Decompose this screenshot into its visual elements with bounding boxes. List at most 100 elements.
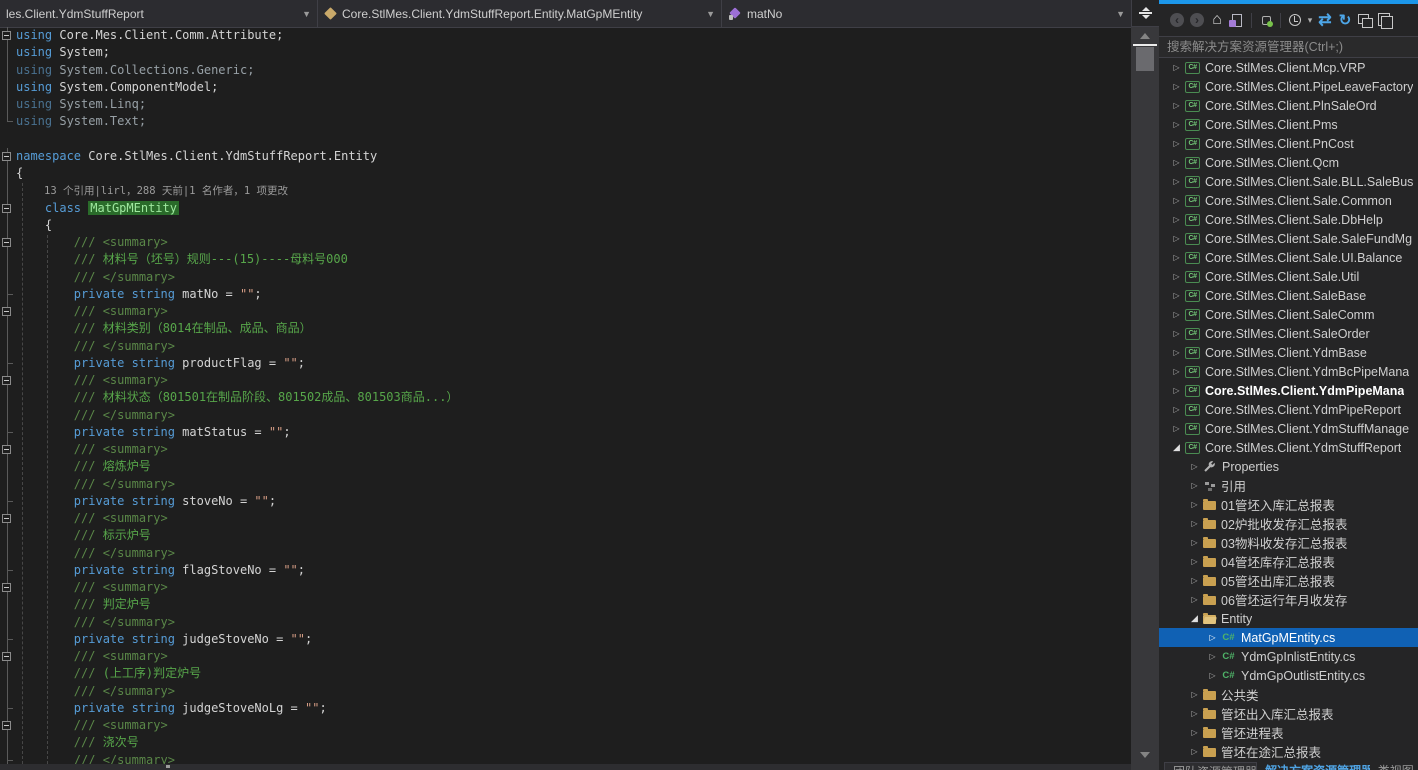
- tree-row[interactable]: ▷管坯出入库汇总报表: [1159, 704, 1418, 723]
- expand-arrow-icon[interactable]: ▷: [1171, 367, 1182, 376]
- tree-row[interactable]: ▷C#Core.StlMes.Client.Pms: [1159, 115, 1418, 134]
- code-line[interactable]: /// </summary>: [0, 269, 1131, 286]
- code-line[interactable]: using System.Collections.Generic;: [0, 62, 1131, 79]
- tree-row[interactable]: ▷C#Core.StlMes.Client.SaleComm: [1159, 305, 1418, 324]
- expand-arrow-icon[interactable]: ▷: [1171, 234, 1182, 243]
- expand-arrow-icon[interactable]: ▷: [1189, 557, 1200, 566]
- expand-arrow-icon[interactable]: ▷: [1171, 82, 1182, 91]
- tree-row[interactable]: ▷引用: [1159, 476, 1418, 495]
- expand-arrow-icon[interactable]: ▷: [1189, 481, 1200, 490]
- refresh-sync-icon[interactable]: [1315, 10, 1335, 30]
- expand-arrow-icon[interactable]: ▷: [1171, 386, 1182, 395]
- dropdown-caret-icon[interactable]: [1305, 10, 1315, 30]
- fold-toggle-minus-icon[interactable]: [2, 376, 11, 385]
- tree-row[interactable]: ▷管坯进程表: [1159, 723, 1418, 742]
- tree-row[interactable]: ▷C#Core.StlMes.Client.Sale.Common: [1159, 191, 1418, 210]
- expand-arrow-icon[interactable]: ▷: [1171, 215, 1182, 224]
- history-icon[interactable]: [1285, 10, 1305, 30]
- code-line[interactable]: private string matStatus = "";: [0, 424, 1131, 441]
- expand-arrow-icon[interactable]: ▷: [1171, 291, 1182, 300]
- tree-row[interactable]: ◢C#Core.StlMes.Client.YdmStuffReport: [1159, 438, 1418, 457]
- tree-row[interactable]: ▷C#Core.StlMes.Client.Sale.Util: [1159, 267, 1418, 286]
- tree-row[interactable]: ▷C#Core.StlMes.Client.Sale.BLL.SaleBus: [1159, 172, 1418, 191]
- tree-row[interactable]: ▷Properties: [1159, 457, 1418, 476]
- expand-arrow-icon[interactable]: ▷: [1207, 652, 1218, 661]
- code-line[interactable]: /// 材料类别（8014在制品、成品、商品）: [0, 320, 1131, 337]
- expand-arrow-icon[interactable]: ▷: [1189, 519, 1200, 528]
- back-icon[interactable]: [1167, 10, 1187, 30]
- tree-row[interactable]: ▷C#MatGpMEntity.cs: [1159, 628, 1418, 647]
- sync-active-icon[interactable]: [1227, 10, 1247, 30]
- expand-arrow-icon[interactable]: ▷: [1189, 595, 1200, 604]
- code-line[interactable]: /// 材料号（坯号）规则---(15)----母料号000: [0, 251, 1131, 268]
- expand-arrow-icon[interactable]: ▷: [1171, 196, 1182, 205]
- fold-toggle-minus-icon[interactable]: [2, 445, 11, 454]
- code-line[interactable]: /// </summary>: [0, 476, 1131, 493]
- code-lines[interactable]: using Core.Mes.Client.Comm.Attribute; usi…: [0, 27, 1131, 770]
- tree-row[interactable]: ▷C#Core.StlMes.Client.PipeLeaveFactory: [1159, 77, 1418, 96]
- fold-toggle-minus-icon[interactable]: [2, 583, 11, 592]
- expand-arrow-icon[interactable]: ▷: [1171, 63, 1182, 72]
- code-line[interactable]: private string judgeStoveNoLg = "";: [0, 700, 1131, 717]
- expand-arrow-icon[interactable]: ▷: [1171, 272, 1182, 281]
- code-line[interactable]: private string stoveNo = "";: [0, 493, 1131, 510]
- refresh-icon[interactable]: [1335, 10, 1355, 30]
- tree-row[interactable]: ◢Entity: [1159, 609, 1418, 628]
- code-line[interactable]: /// <summary>: [0, 372, 1131, 389]
- tree-row[interactable]: ▷05管坯出库汇总报表: [1159, 571, 1418, 590]
- solution-explorer-search[interactable]: [1159, 36, 1418, 58]
- home-icon[interactable]: [1207, 10, 1227, 30]
- expand-arrow-icon[interactable]: ▷: [1171, 120, 1182, 129]
- code-line[interactable]: 13 个引用|lirl，288 天前|1 名作者，1 项更改: [0, 182, 1131, 199]
- expand-arrow-icon[interactable]: ▷: [1171, 424, 1182, 433]
- expand-arrow-icon[interactable]: ▷: [1189, 500, 1200, 509]
- tree-row[interactable]: ▷C#YdmGpOutlistEntity.cs: [1159, 666, 1418, 685]
- code-line[interactable]: private string judgeStoveNo = "";: [0, 631, 1131, 648]
- tree-row[interactable]: ▷02炉批收发存汇总报表: [1159, 514, 1418, 533]
- code-line[interactable]: /// </summary>: [0, 407, 1131, 424]
- expand-arrow-icon[interactable]: ▷: [1189, 462, 1200, 471]
- code-line[interactable]: /// <summary>: [0, 441, 1131, 458]
- search-input[interactable]: [1159, 37, 1418, 57]
- bottom-tab[interactable]: 类视图: [1370, 762, 1418, 770]
- collapse-all-icon[interactable]: [1375, 10, 1395, 30]
- code-line[interactable]: /// (上工序)判定炉号: [0, 665, 1131, 682]
- expand-arrow-icon[interactable]: ▷: [1189, 690, 1200, 699]
- fold-toggle-minus-icon[interactable]: [2, 307, 11, 316]
- collapse-arrow-icon[interactable]: ◢: [1171, 442, 1182, 453]
- expand-arrow-icon[interactable]: ▷: [1207, 633, 1218, 642]
- tree-row[interactable]: ▷C#Core.StlMes.Client.Qcm: [1159, 153, 1418, 172]
- tree-row[interactable]: ▷C#Core.StlMes.Client.Mcp.VRP: [1159, 58, 1418, 77]
- expand-arrow-icon[interactable]: ▷: [1171, 310, 1182, 319]
- tree-row[interactable]: ▷C#Core.StlMes.Client.YdmBase: [1159, 343, 1418, 362]
- scroll-up-arrow[interactable]: [1140, 33, 1150, 39]
- bottom-tab[interactable]: 团队资源管理器: [1164, 762, 1257, 770]
- tree-row[interactable]: ▷C#Core.StlMes.Client.Sale.DbHelp: [1159, 210, 1418, 229]
- expand-arrow-icon[interactable]: ▷: [1171, 329, 1182, 338]
- code-line[interactable]: using Core.Mes.Client.Comm.Attribute;: [0, 27, 1131, 44]
- code-line[interactable]: /// </summary>: [0, 545, 1131, 562]
- tree-row[interactable]: ▷C#Core.StlMes.Client.SaleBase: [1159, 286, 1418, 305]
- code-line[interactable]: /// <summary>: [0, 579, 1131, 596]
- tree-row[interactable]: ▷C#Core.StlMes.Client.YdmBcPipeMana: [1159, 362, 1418, 381]
- tree-row[interactable]: ▷C#Core.StlMes.Client.Sale.UI.Balance: [1159, 248, 1418, 267]
- expand-arrow-icon[interactable]: ▷: [1171, 253, 1182, 262]
- code-line[interactable]: /// </summary>: [0, 614, 1131, 631]
- horizontal-scrollbar[interactable]: [0, 764, 1131, 770]
- expand-arrow-icon[interactable]: ▷: [1189, 747, 1200, 756]
- fold-toggle-minus-icon[interactable]: [2, 721, 11, 730]
- expand-arrow-icon[interactable]: ▷: [1171, 139, 1182, 148]
- bottom-tab[interactable]: 解决方案资源管理器: [1257, 762, 1370, 770]
- pending-filter-icon[interactable]: [1256, 10, 1276, 30]
- member-dropdown[interactable]: matNo ▼: [722, 0, 1131, 27]
- expand-arrow-icon[interactable]: ▷: [1171, 177, 1182, 186]
- code-line[interactable]: namespace Core.StlMes.Client.YdmStuffRep…: [0, 148, 1131, 165]
- expand-arrow-icon[interactable]: ▷: [1171, 405, 1182, 414]
- scroll-down-arrow[interactable]: [1140, 752, 1150, 758]
- fold-toggle-minus-icon[interactable]: [2, 514, 11, 523]
- code-line[interactable]: {: [0, 217, 1131, 234]
- code-line[interactable]: /// <summary>: [0, 510, 1131, 527]
- tree-row[interactable]: ▷C#Core.StlMes.Client.SaleOrder: [1159, 324, 1418, 343]
- type-dropdown[interactable]: Core.StlMes.Client.YdmStuffReport.Entity…: [318, 0, 722, 27]
- fold-toggle-minus-icon[interactable]: [2, 31, 11, 40]
